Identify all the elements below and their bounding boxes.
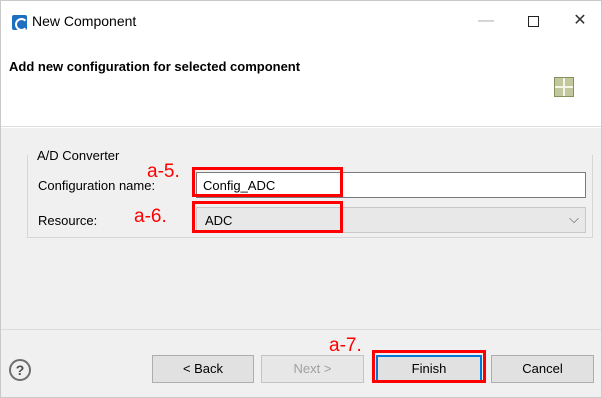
component-grid-icon [554, 77, 574, 97]
annotation-label-a7: a-7. [329, 335, 362, 356]
annotation-label-a6: a-6. [134, 206, 167, 227]
cancel-button[interactable]: Cancel [491, 355, 594, 383]
config-name-label: Configuration name: [38, 178, 156, 193]
header-panel: Add new configuration for selected compo… [1, 41, 601, 127]
annotation-box-a5 [192, 167, 343, 197]
chevron-down-icon: ⌵ [569, 211, 579, 226]
help-icon[interactable]: ? [9, 359, 31, 381]
header-title: Add new configuration for selected compo… [9, 59, 301, 74]
annotation-box-a7 [372, 350, 486, 383]
button-bar: ? < Back Next > Finish Cancel [1, 329, 601, 397]
annotation-label-a5: a-5. [147, 161, 180, 182]
title-bar[interactable]: New Component — ✕ [1, 1, 601, 41]
app-icon [12, 15, 28, 31]
new-component-dialog: New Component — ✕ Add new configuration … [0, 0, 602, 398]
close-button[interactable]: ✕ [557, 5, 602, 37]
window-title: New Component [32, 13, 137, 29]
resource-label: Resource: [38, 213, 98, 228]
maximize-icon [527, 16, 539, 27]
back-button[interactable]: < Back [152, 355, 254, 383]
group-label: A/D Converter [34, 148, 123, 163]
maximize-button[interactable] [510, 5, 556, 37]
minimize-button[interactable]: — [463, 5, 509, 37]
annotation-box-a6 [192, 201, 343, 233]
next-button[interactable]: Next > [261, 355, 364, 383]
